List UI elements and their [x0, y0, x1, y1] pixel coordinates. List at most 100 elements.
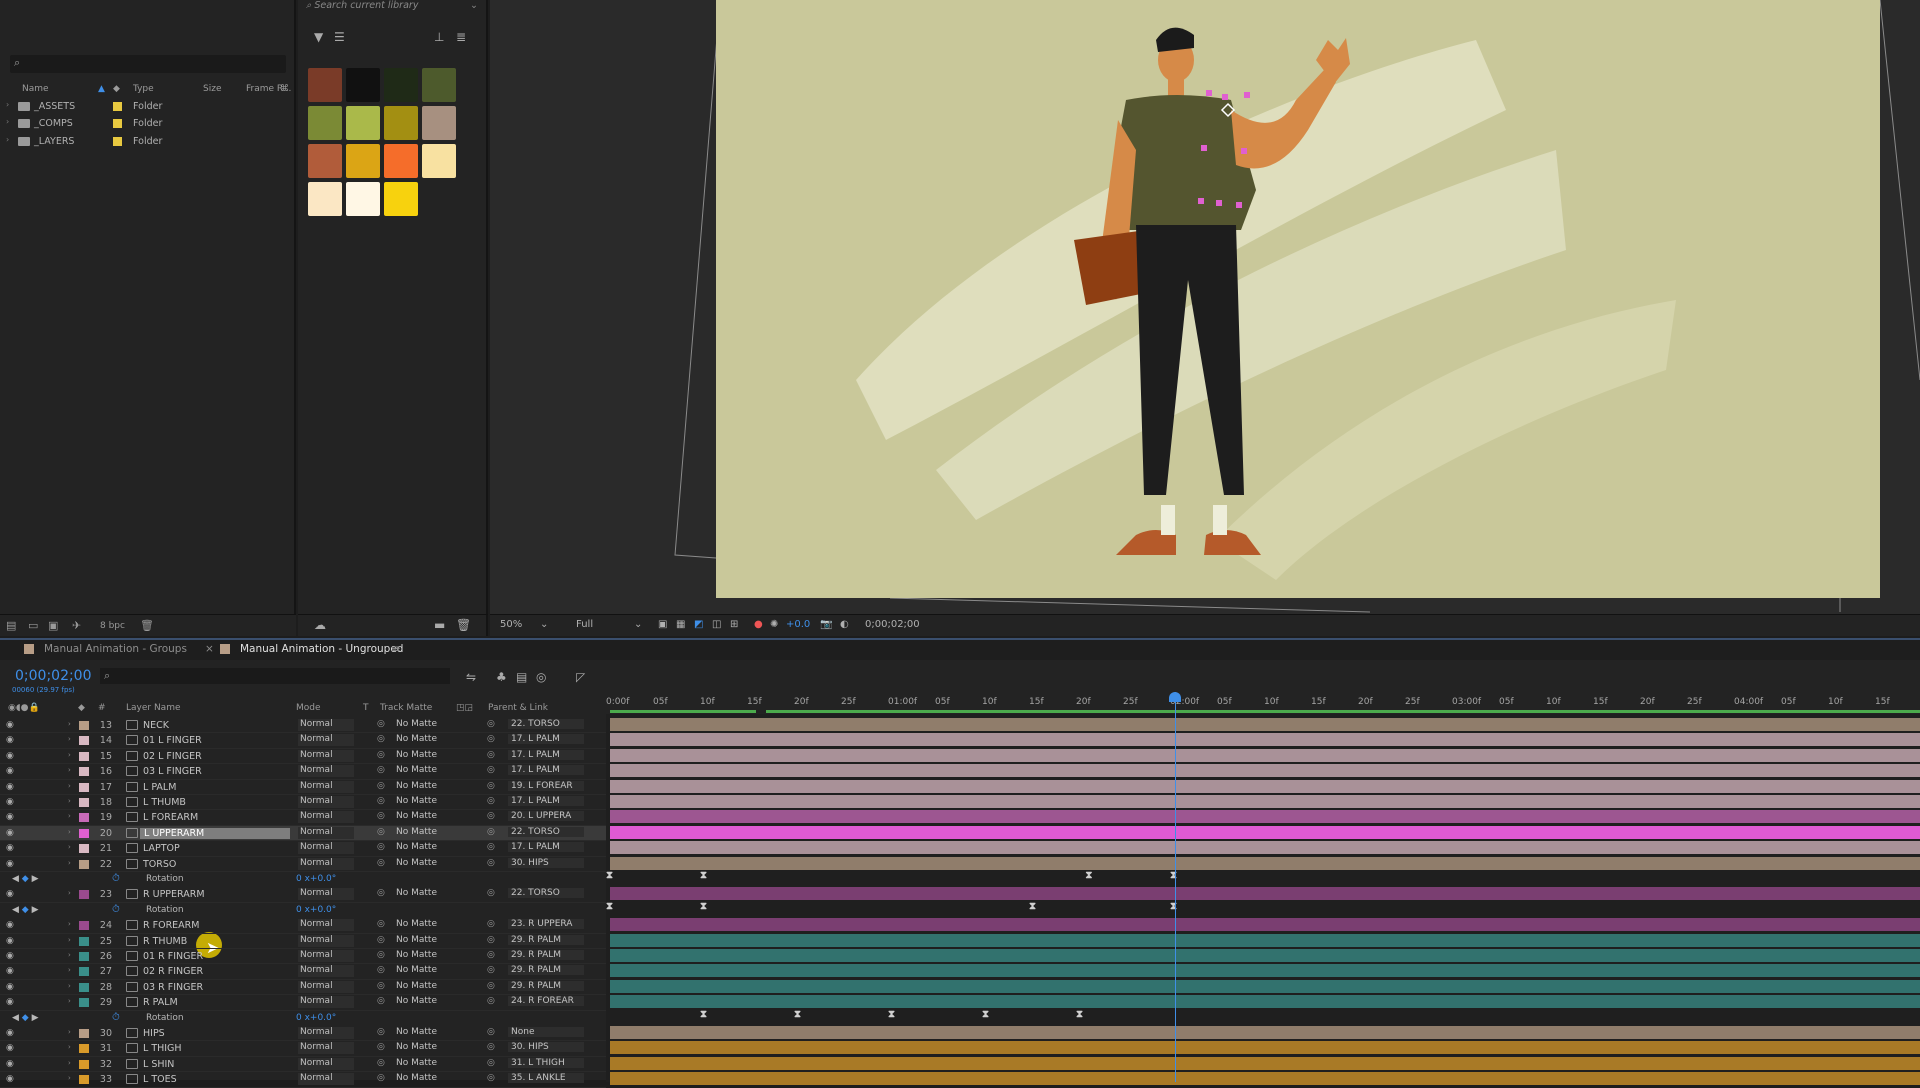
parent-dropdown[interactable]: 30. HIPS [508, 857, 584, 868]
chevron-right-icon[interactable]: › [68, 735, 71, 743]
parent-pickwhip-icon[interactable]: ◎ [487, 1027, 495, 1037]
col-size[interactable]: Size [203, 84, 221, 94]
keyframe-icon[interactable]: ⧗ [794, 1009, 801, 1020]
exposure-value[interactable]: +0.0 [786, 619, 810, 630]
mode-dropdown[interactable]: Normal [298, 1057, 354, 1070]
layer-name[interactable]: L FOREARM [143, 812, 198, 823]
stopwatch-icon[interactable]: ⏱ [112, 1012, 120, 1023]
chevron-right-icon[interactable]: › [68, 997, 71, 1005]
chevron-right-icon[interactable]: › [68, 843, 71, 851]
parent-dropdown[interactable]: 31. L THIGH [508, 1057, 584, 1068]
chevron-right-icon[interactable]: › [68, 797, 71, 805]
work-area-bar[interactable] [610, 710, 1920, 713]
eye-icon[interactable]: ◉ [6, 751, 14, 761]
chevron-right-icon[interactable]: › [68, 720, 71, 728]
parent-pickwhip-icon[interactable]: ◎ [487, 919, 495, 929]
snapshot-icon[interactable]: 📷 [820, 619, 832, 630]
viewer-timecode[interactable]: 0;00;02;00 [865, 619, 920, 630]
track-matte-dropdown[interactable]: No Matte [396, 719, 452, 729]
filter-icon[interactable]: ▼ [314, 30, 323, 44]
layer-name[interactable]: R UPPERARM [143, 889, 205, 900]
parent-pickwhip-icon[interactable]: ◎ [487, 750, 495, 760]
layer-bar[interactable] [610, 856, 1920, 870]
layer-row[interactable]: ◉ › 24 R FOREARM Normal ◎ No Matte ◎ 23.… [0, 918, 606, 934]
parent-pickwhip-icon[interactable]: ◎ [487, 719, 495, 729]
parent-dropdown[interactable]: 29. R PALM [508, 965, 584, 976]
layer-label-color[interactable] [79, 736, 89, 746]
chevron-right-icon[interactable]: › [68, 951, 71, 959]
mask-visibility-icon[interactable]: ◩ [694, 619, 703, 630]
eye-icon[interactable]: ◉ [6, 982, 14, 992]
project-search-input[interactable]: ⌕ [10, 55, 286, 73]
layer-name[interactable]: NECK [143, 720, 169, 731]
chevron-right-icon[interactable]: › [68, 920, 71, 928]
layer-row[interactable]: ◉ › 29 R PALM Normal ◎ No Matte ◎ 24. R … [0, 995, 606, 1011]
layer-label-color[interactable] [79, 998, 89, 1008]
keyframe-icon[interactable]: ⧗ [606, 901, 613, 912]
show-snapshot-icon[interactable]: ◐ [840, 619, 849, 630]
mode-dropdown[interactable]: Normal [298, 749, 354, 762]
mode-dropdown[interactable]: Normal [298, 719, 354, 731]
property-value[interactable]: 0 x+0.0° [296, 874, 336, 884]
layer-name[interactable]: R PALM [143, 997, 178, 1008]
color-swatch[interactable] [422, 144, 456, 178]
col-mode[interactable]: Mode [296, 703, 321, 713]
property-row[interactable]: ◀ ◆ ▶ ⏱ Rotation 0 x+0.0° [0, 1011, 606, 1026]
parent-dropdown[interactable]: 30. HIPS [508, 1042, 584, 1053]
keyframe-icon[interactable]: ⧗ [700, 870, 707, 881]
layer-name[interactable]: R THUMB [143, 936, 187, 947]
layer-row[interactable]: ◉ › 22 TORSO Normal ◎ No Matte ◎ 30. HIP… [0, 857, 606, 872]
track-matte-dropdown[interactable]: No Matte [396, 935, 452, 945]
keyframe-icon[interactable]: ⧗ [1076, 1009, 1083, 1020]
comp-frame[interactable] [716, 0, 1880, 598]
matte-pickwhip-icon[interactable]: ◎ [377, 1073, 385, 1083]
col-name[interactable]: Name [22, 84, 49, 94]
keyframe-icon[interactable]: ⧗ [1085, 870, 1092, 881]
chevron-right-icon[interactable]: › [6, 117, 9, 126]
layer-label-color[interactable] [79, 798, 89, 807]
layer-label-color[interactable] [79, 782, 89, 792]
keyframe-icon[interactable]: ⧗ [700, 1009, 707, 1020]
track-matte-dropdown[interactable]: No Matte [396, 796, 452, 806]
time-ruler[interactable]: 0:00f 05f 10f 15f 20f 25f 01:00f 05f 10f 15f 20f 25… [606, 684, 1920, 714]
mode-dropdown[interactable]: Normal [298, 734, 354, 747]
parent-dropdown[interactable]: 35. L ANKLE [508, 1073, 584, 1084]
mode-dropdown[interactable]: Normal [298, 1042, 354, 1055]
parent-dropdown[interactable]: 17. L PALM [508, 765, 584, 776]
eye-icon[interactable]: ◉ [6, 889, 14, 899]
mode-dropdown[interactable]: Normal [298, 811, 354, 824]
mode-dropdown[interactable]: Normal [298, 796, 354, 808]
cloud-icon[interactable]: ☁ [314, 618, 326, 632]
layer-bar[interactable] [610, 779, 1920, 793]
mode-dropdown[interactable]: Normal [298, 980, 354, 993]
zoom-dropdown[interactable]: 50% [500, 619, 522, 630]
color-swatch[interactable] [308, 106, 342, 140]
motion-blur-icon[interactable]: ◎ [536, 670, 546, 684]
matte-pickwhip-icon[interactable]: ◎ [377, 965, 385, 975]
layer-bar[interactable] [610, 718, 1920, 731]
parent-pickwhip-icon[interactable]: ◎ [487, 935, 495, 945]
layer-bar[interactable] [610, 933, 1920, 947]
layer-row[interactable]: ◉ › 21 LAPTOP Normal ◎ No Matte ◎ 17. L … [0, 841, 606, 857]
timeline-graph[interactable]: 0:00f 05f 10f 15f 20f 25f 01:00f 05f 10f 15f 20f 25… [606, 684, 1920, 1086]
chevron-right-icon[interactable]: › [68, 751, 71, 759]
mode-dropdown[interactable]: Normal [298, 857, 354, 870]
draft-3d-icon[interactable]: ♣ [496, 670, 507, 684]
layer-name[interactable]: L THUMB [143, 797, 186, 808]
eye-icon[interactable]: ◉ [6, 1059, 14, 1069]
matte-pickwhip-icon[interactable]: ◎ [377, 935, 385, 945]
chevron-right-icon[interactable]: › [68, 982, 71, 990]
keyframe-icon[interactable]: ⧗ [982, 1009, 989, 1020]
matte-pickwhip-icon[interactable]: ◎ [377, 1042, 385, 1052]
layer-bar[interactable] [610, 995, 1920, 1009]
eye-icon[interactable]: ◉ [6, 936, 14, 946]
matte-pickwhip-icon[interactable]: ◎ [377, 858, 385, 868]
color-swatch[interactable] [384, 182, 418, 216]
layer-label-color[interactable] [79, 751, 89, 761]
project-item[interactable]: › _LAYERS Folder [0, 133, 296, 150]
matte-pickwhip-icon[interactable]: ◎ [377, 950, 385, 960]
color-swatch[interactable] [308, 182, 342, 216]
layer-bar[interactable] [610, 825, 1920, 839]
color-swatch[interactable] [346, 182, 380, 216]
layer-label-color[interactable] [79, 1044, 89, 1054]
